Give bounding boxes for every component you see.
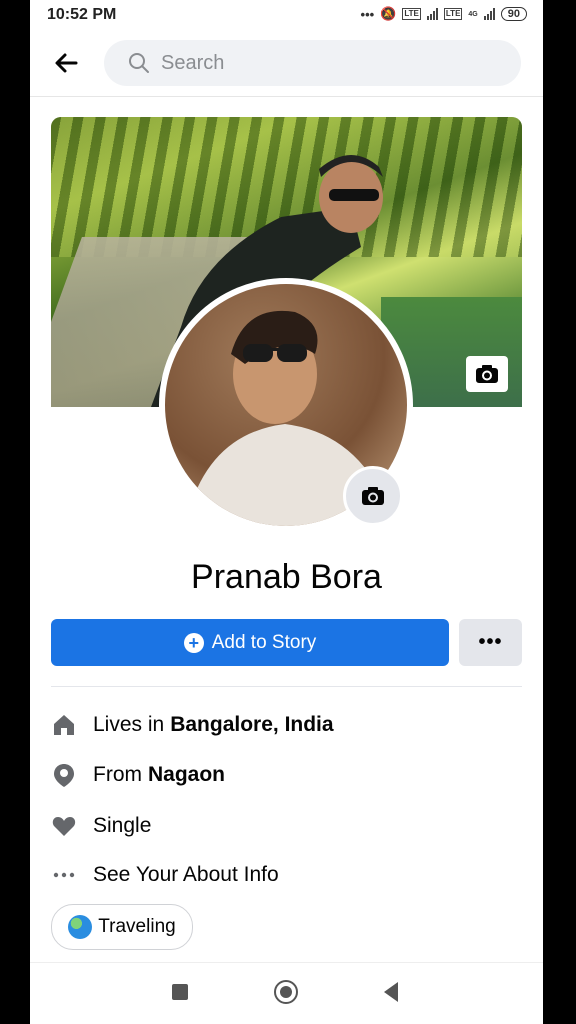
back-button[interactable] — [384, 982, 398, 1002]
camera-icon — [476, 365, 498, 383]
top-nav: Search — [30, 30, 543, 97]
profile-camera-button[interactable] — [343, 466, 403, 526]
relationship-label: Single — [93, 814, 152, 837]
status-time: 10:52 PM — [47, 6, 117, 23]
camera-icon — [362, 487, 384, 505]
search-placeholder: Search — [161, 52, 225, 74]
signal-icon-2 — [483, 8, 495, 20]
traveling-label: Traveling — [98, 916, 176, 937]
info-relationship: Single — [51, 806, 522, 846]
from-prefix: From — [93, 763, 142, 786]
mute-icon: 🔕 — [380, 6, 397, 21]
globe-icon — [68, 915, 93, 939]
home-icon — [51, 712, 77, 738]
info-from: From Nagaon — [51, 755, 522, 795]
android-nav-bar — [30, 964, 543, 1024]
profile-name: Pranab Bora — [191, 558, 382, 596]
home-dot-icon — [280, 986, 292, 998]
status-icons: ••• 🔕 LTE LTE 4G 90 — [361, 6, 527, 22]
info-lives-in: Lives in Bangalore, India — [51, 705, 522, 745]
add-to-story-button[interactable]: + Add to Story — [51, 619, 449, 666]
see-about-info[interactable]: See Your About Info — [51, 855, 522, 895]
cover-camera-button[interactable] — [466, 356, 508, 392]
more-dots-icon — [51, 862, 77, 888]
phone-screen: 10:52 PM ••• 🔕 LTE LTE 4G 90 Search Pran… — [30, 0, 543, 1024]
signal-icon — [426, 8, 438, 20]
heart-icon — [51, 813, 77, 839]
plus-icon: + — [183, 632, 204, 653]
battery-icon: 90 — [500, 7, 527, 21]
network-type: 4G — [468, 10, 478, 18]
search-icon — [129, 53, 149, 73]
from-value[interactable]: Nagaon — [148, 763, 225, 787]
add-to-story-label: Add to Story — [211, 631, 317, 653]
bottom-separator — [30, 962, 543, 963]
lives-in-value[interactable]: Bangalore, India — [170, 713, 333, 737]
see-about-info-label: See Your About Info — [93, 863, 279, 886]
home-button[interactable] — [274, 980, 298, 1004]
status-bar: 10:52 PM ••• 🔕 LTE LTE 4G 90 — [30, 0, 543, 30]
location-pin-icon — [51, 762, 77, 788]
volte-icon: LTE — [402, 8, 421, 20]
search-bar[interactable]: Search — [104, 40, 521, 86]
back-arrow-icon[interactable] — [52, 49, 80, 77]
lives-in-prefix: Lives in — [93, 713, 165, 736]
more-options-button[interactable]: ••• — [459, 619, 522, 666]
traveling-chip[interactable]: Traveling — [51, 904, 193, 950]
volte-icon-2: LTE — [443, 8, 463, 20]
divider — [51, 686, 522, 687]
recents-button[interactable] — [172, 984, 188, 1000]
more-notifications-icon: ••• — [360, 6, 375, 22]
